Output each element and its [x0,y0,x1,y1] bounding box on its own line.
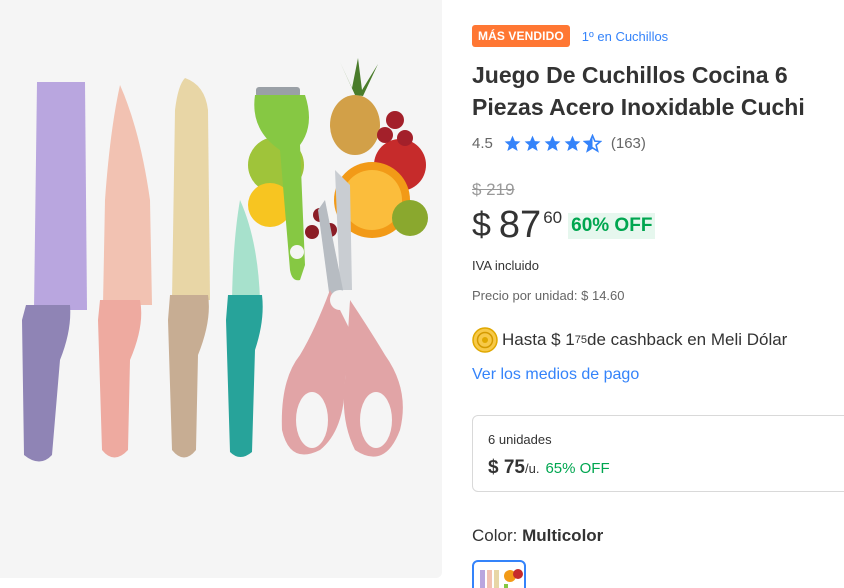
color-label: Color: [472,526,523,545]
cashback-cents: 75 [574,334,588,346]
cashback-info: Hasta $ 1 75 de cashback en Meli Dólar [472,327,787,353]
meli-dolar-coin-icon [472,327,498,353]
price-currency: $ [472,206,491,244]
price-integer: 87 [498,204,542,246]
knife-purple [22,82,87,462]
bundle-price: $ 75 [488,457,525,478]
review-count: (163) [610,135,646,152]
color-swatch-multicolor[interactable] [472,560,526,588]
bundle-quantity: 6 unidades [488,432,552,447]
knife-peach [98,85,152,458]
rating-row[interactable]: 4.5 (163) [472,134,646,153]
bundle-offer-card[interactable]: 6 unidades $ 75 /u. 65% OFF [472,415,844,492]
product-title-line1: Juego De Cuchillos Cocina 6 [472,62,788,88]
current-price: $ 87 60 60% OFF [472,203,656,247]
cashback-suffix: de cashback en Meli Dólar [587,330,788,349]
unit-price: Precio por unidad: $ 14.60 [472,288,625,303]
knife-beige [168,78,210,458]
star-full-icon [524,135,541,152]
cashback-prefix: Hasta $ 1 [502,330,575,349]
payment-methods-link[interactable]: Ver los medios de pago [472,366,639,384]
rating-value: 4.5 [472,135,493,152]
category-ranking-link[interactable]: 1º en Cuchillos [582,29,668,44]
product-title-line2: Piezas Acero Inoxidable Cuchi [472,94,805,120]
original-price: $ 219 [472,180,515,199]
tax-note: IVA incluido [472,258,539,273]
knife-mint [226,200,263,457]
color-value: Multicolor [522,526,604,545]
product-image[interactable] [0,0,442,578]
star-half-icon [582,134,602,153]
bundle-price-row: $ 75 /u. 65% OFF [488,457,610,479]
star-full-icon [544,135,561,152]
price-cents: 60 [543,208,563,227]
badges-row: MÁS VENDIDO 1º en Cuchillos [472,25,668,47]
bundle-discount: 65% OFF [545,460,610,477]
discount-badge: 60% OFF [568,213,656,239]
rating-stars [503,134,603,153]
color-selector-label: Color: Multicolor [472,526,603,546]
knife-set-illustration [22,58,428,462]
best-seller-badge: MÁS VENDIDO [472,25,570,47]
bundle-per-unit: /u. [524,461,540,476]
star-full-icon [564,135,581,152]
swatch-thumbnail [480,569,523,588]
star-full-icon [504,135,521,152]
product-title: Juego De Cuchillos Cocina 6 Piezas Acero… [472,59,844,123]
